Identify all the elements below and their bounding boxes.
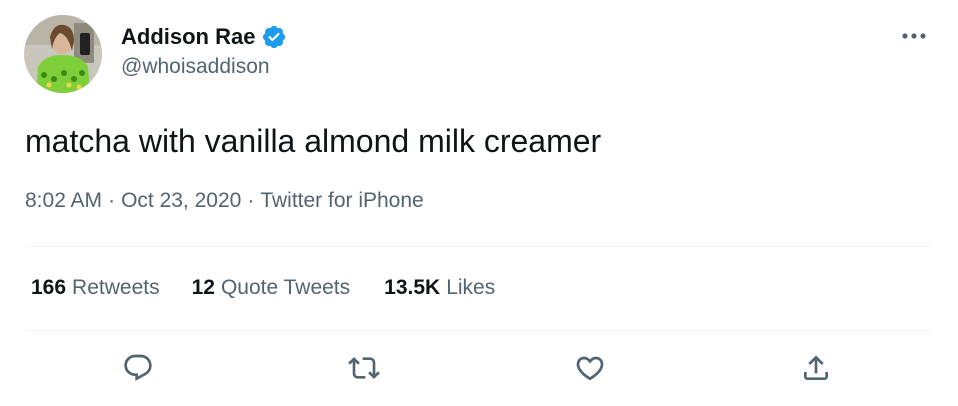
more-options-button[interactable] [896,22,932,50]
likes-count: 13.5K [384,276,441,299]
quote-tweets-count: 12 [191,276,215,299]
reply-icon [124,354,152,381]
retweets-label: Retweets [72,276,160,299]
like-button[interactable] [570,348,610,388]
tweet-card: Addison Rae @whoisaddison matcha with va… [0,0,958,406]
tweet-stats: 166 Retweets 12 Quote Tweets 13.5K Likes [31,276,495,300]
retweets-stat[interactable]: 166 Retweets [31,276,160,300]
share-icon [804,355,828,380]
retweet-button[interactable] [344,348,384,388]
retweets-count: 166 [31,276,67,299]
tweet-source[interactable]: Twitter for iPhone [260,189,423,213]
likes-label: Likes [446,276,496,299]
tweet-time[interactable]: 8:02 AM [25,189,102,213]
meta-separator: · [108,189,116,212]
action-bar [0,348,958,392]
verified-badge-icon [261,24,287,50]
divider [25,330,931,331]
avatar[interactable] [24,15,102,93]
meta-separator: · [247,189,255,212]
like-icon [576,356,604,381]
more-icon [902,33,926,39]
tweet-text: matcha with vanilla almond milk creamer [25,123,602,159]
retweet-icon [348,357,380,379]
quote-tweets-label: Quote Tweets [220,276,351,299]
tweet-meta: 8:02 AM · Oct 23, 2020 · Twitter for iPh… [25,189,424,213]
reply-button[interactable] [118,348,158,388]
user-handle[interactable]: @whoisaddison [121,55,270,79]
divider [25,246,931,247]
display-name[interactable]: Addison Rae [121,24,255,50]
likes-stat[interactable]: 13.5K Likes [384,276,495,300]
tweet-date[interactable]: Oct 23, 2020 [121,189,241,213]
quote-tweets-stat[interactable]: 12 Quote Tweets [192,276,351,300]
name-row: Addison Rae [121,22,287,52]
share-button[interactable] [796,348,836,388]
